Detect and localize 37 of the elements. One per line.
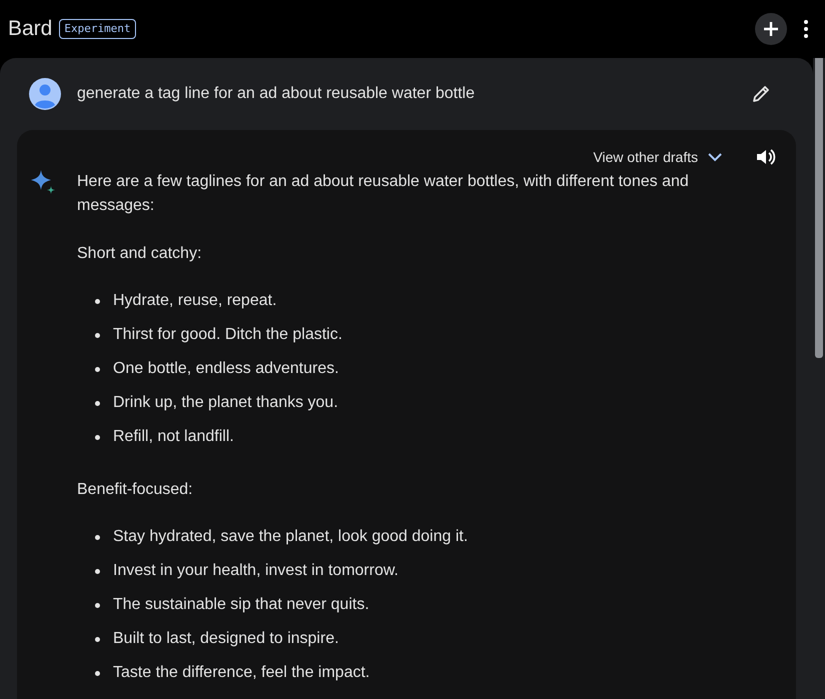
more-menu-icon[interactable] — [803, 20, 809, 38]
tagline-text: Built to last, designed to inspire. — [113, 629, 339, 649]
bullet-icon — [95, 332, 100, 338]
tagline-text: Hydrate, reuse, repeat. — [113, 291, 277, 311]
tagline-text: The sustainable sip that never quits. — [113, 595, 370, 615]
prompt-text: generate a tag line for an ad about reusable water bottle — [77, 84, 476, 104]
tagline-text: Drink up, the planet thanks you. — [113, 393, 338, 413]
app-title: Bard — [8, 16, 52, 42]
bullet-icon — [95, 298, 100, 304]
tagline-text: Thirst for good. Ditch the plastic. — [113, 325, 342, 345]
bullet-icon — [95, 434, 100, 440]
sparkle-icon — [29, 168, 57, 196]
intro-paragraph: Here are a few taglines for an ad about reusable water bottles, with different tones and messages: — [77, 172, 690, 216]
tagline-text: Taste the difference, feel the impact. — [113, 663, 370, 683]
bullet-icon — [95, 670, 100, 676]
tagline-text: Refill, not landfill. — [113, 427, 234, 447]
bullet-icon — [95, 400, 100, 406]
bullet-icon — [95, 366, 100, 372]
view-drafts-button[interactable]: View other drafts — [593, 146, 722, 168]
experiment-label: Experiment — [59, 18, 136, 40]
scrollbar-track[interactable] — [813, 58, 825, 699]
edit-icon[interactable] — [751, 84, 771, 104]
section-heading: Benefit-focused: — [77, 480, 194, 500]
bullet-icon — [95, 636, 100, 642]
scrollbar-thumb[interactable] — [815, 58, 823, 358]
bullet-icon — [95, 534, 100, 540]
section-heading: Short and catchy: — [77, 244, 203, 264]
chevron-down-icon — [708, 152, 722, 162]
speaker-icon[interactable] — [756, 148, 776, 166]
user-avatar-icon — [29, 78, 61, 110]
tagline-text: One bottle, endless adventures. — [113, 359, 339, 379]
bullet-icon — [95, 568, 100, 574]
new-chat-button[interactable] — [755, 13, 787, 45]
tagline-text: Stay hydrated, save the planet, look good doing it. — [113, 527, 468, 547]
tagline-text: Invest in your health, invest in tomorrow. — [113, 561, 398, 581]
plus-icon — [762, 20, 780, 38]
bullet-icon — [95, 602, 100, 608]
